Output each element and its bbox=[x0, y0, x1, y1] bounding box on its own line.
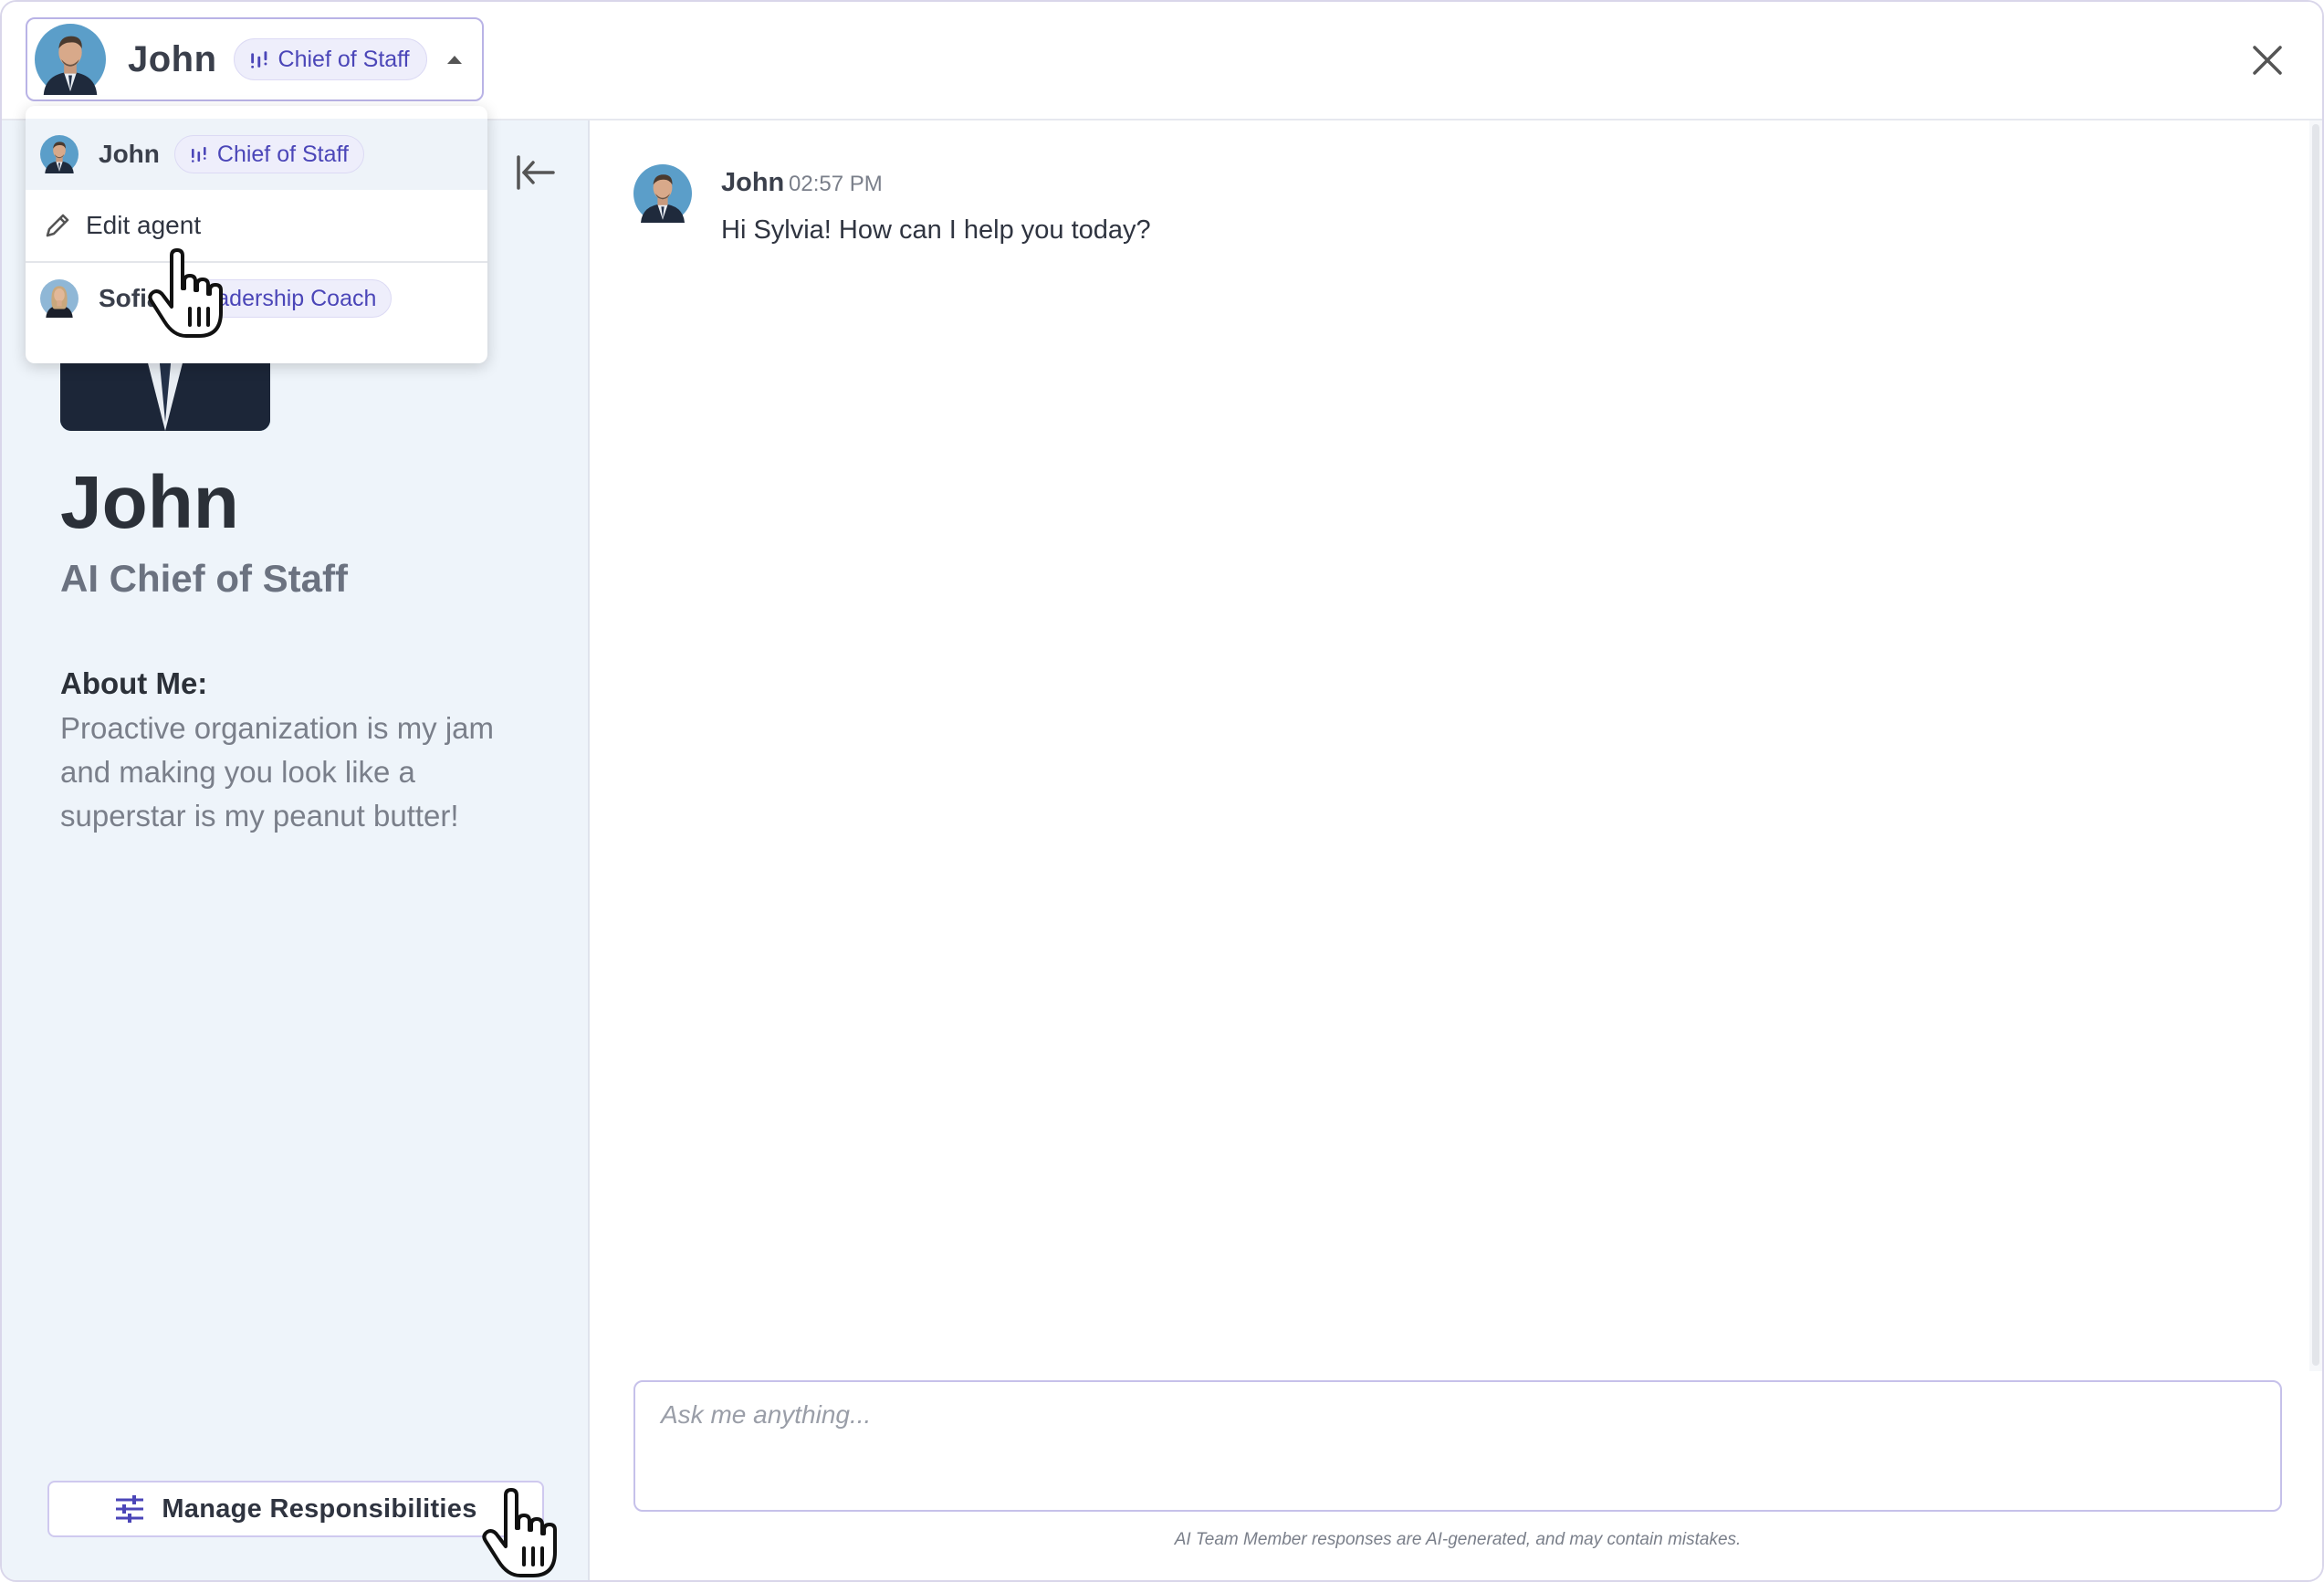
about-label: About Me: bbox=[60, 666, 208, 700]
agent-name: John bbox=[128, 38, 217, 79]
hand-cursor-icon bbox=[480, 1488, 562, 1579]
role-badge: Chief of Staff bbox=[233, 38, 427, 80]
message-text: Hi Sylvia! How can I help you today? bbox=[721, 215, 1151, 245]
chat-area: John 02:57 PM Hi Sylvia! How can I help … bbox=[590, 120, 2322, 1580]
sofia-avatar-icon bbox=[40, 279, 79, 318]
about-text: Proactive organization is my jam and mak… bbox=[60, 711, 495, 833]
edit-agent-menu-item[interactable]: Edit agent bbox=[26, 190, 487, 263]
message-timestamp: 02:57 PM bbox=[789, 172, 883, 196]
role-badge: Chief of Staff bbox=[173, 135, 364, 173]
agent-dropdown-menu: John Chief of Staff Edit agent Sofia Lea… bbox=[26, 106, 487, 363]
pencil-icon bbox=[46, 214, 69, 237]
agent-avatar-icon bbox=[35, 24, 106, 95]
collapse-panel-icon[interactable] bbox=[515, 152, 557, 194]
profile-name: John bbox=[60, 461, 239, 544]
chat-scrollbar[interactable] bbox=[2309, 120, 2322, 1371]
john-avatar-icon bbox=[40, 135, 79, 173]
agent-selector[interactable]: John Chief of Staff bbox=[26, 17, 484, 101]
chat-input-box[interactable] bbox=[633, 1380, 2282, 1512]
message-sender: John bbox=[721, 168, 785, 197]
manage-responsibilities-label: Manage Responsibilities bbox=[162, 1493, 477, 1524]
hand-cursor-icon bbox=[146, 248, 228, 340]
bar-chart-icon bbox=[190, 145, 208, 163]
bar-chart-icon bbox=[249, 49, 269, 69]
profile-title: AI Chief of Staff bbox=[60, 557, 348, 600]
ai-disclaimer: AI Team Member responses are AI-generate… bbox=[1174, 1530, 1742, 1549]
dropdown-item-name: John bbox=[99, 140, 160, 168]
top-header: John Chief of Staff bbox=[2, 2, 2322, 120]
manage-responsibilities-button[interactable]: Manage Responsibilities bbox=[47, 1481, 544, 1537]
dropdown-item-john[interactable]: John Chief of Staff bbox=[26, 119, 487, 190]
scrollbar-thumb[interactable] bbox=[2312, 124, 2319, 1366]
caret-up-icon[interactable] bbox=[447, 56, 462, 64]
edit-agent-label: Edit agent bbox=[86, 211, 202, 239]
message-avatar-icon bbox=[633, 164, 692, 223]
close-icon[interactable] bbox=[2249, 42, 2286, 79]
sliders-icon bbox=[116, 1495, 144, 1523]
role-badge-label: Chief of Staff bbox=[277, 46, 410, 72]
dropdown-item-sofia[interactable]: Sofia Leadership Coach bbox=[26, 263, 487, 334]
agent-chat-window: John Chief of Staff John AI Chief of Sta… bbox=[0, 0, 2324, 1582]
chat-input[interactable] bbox=[635, 1382, 2280, 1510]
role-badge-label: Chief of Staff bbox=[216, 141, 349, 167]
